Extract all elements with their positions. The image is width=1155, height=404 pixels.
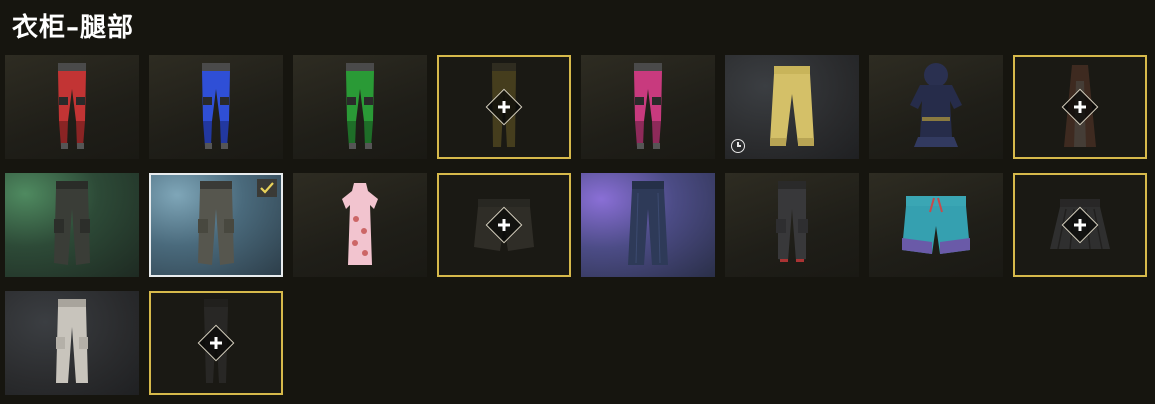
slot-blue-jeans[interactable] bbox=[581, 173, 715, 277]
pink-armored-pants-icon bbox=[634, 63, 662, 149]
grey-cargo-pants-icon bbox=[198, 181, 234, 265]
slot-dark-cargo-pants[interactable] bbox=[5, 173, 139, 277]
slot-pink-qipao-dress[interactable] bbox=[293, 173, 427, 277]
black-tactical-pants-icon bbox=[776, 181, 808, 262]
slot-pink-armored-pants[interactable] bbox=[581, 55, 715, 159]
page-title: 衣柜–腿部 bbox=[12, 13, 135, 43]
yellow-sweatpants-icon bbox=[770, 66, 814, 146]
slot-black-shorts-add[interactable] bbox=[437, 173, 571, 277]
slot-dark-pleated-skirt-add[interactable] bbox=[1013, 173, 1147, 277]
slot-teal-shorts[interactable] bbox=[869, 173, 1003, 277]
red-armored-pants-icon bbox=[58, 63, 86, 149]
slot-black-leggings-add[interactable] bbox=[149, 291, 283, 395]
teal-shorts-icon bbox=[902, 196, 970, 254]
dark-cargo-pants-icon bbox=[54, 181, 90, 265]
slot-blue-armored-pants[interactable] bbox=[149, 55, 283, 159]
blue-armored-pants-icon bbox=[202, 63, 230, 149]
pink-qipao-dress-icon bbox=[342, 183, 378, 265]
blue-jeans-icon bbox=[628, 181, 668, 265]
slot-olive-pants-add[interactable] bbox=[437, 55, 571, 159]
slot-yellow-sweatpants[interactable] bbox=[725, 55, 859, 159]
slot-green-armored-pants[interactable] bbox=[293, 55, 427, 159]
slot-grey-cargo-pants[interactable] bbox=[149, 173, 283, 277]
slot-black-tactical-pants[interactable] bbox=[725, 173, 859, 277]
clock-icon bbox=[731, 139, 745, 153]
slot-dark-ninja-outfit[interactable] bbox=[869, 55, 1003, 159]
check-icon bbox=[257, 179, 277, 197]
item-grid bbox=[5, 55, 1150, 400]
dark-ninja-outfit-icon bbox=[910, 63, 962, 147]
green-armored-pants-icon bbox=[346, 63, 374, 149]
white-cargo-pants-icon bbox=[56, 299, 88, 383]
slot-brown-robe-add[interactable] bbox=[1013, 55, 1147, 159]
slot-white-cargo-pants[interactable] bbox=[5, 291, 139, 395]
slot-red-armored-pants[interactable] bbox=[5, 55, 139, 159]
wardrobe-screen: 衣柜–腿部 bbox=[0, 0, 1155, 404]
